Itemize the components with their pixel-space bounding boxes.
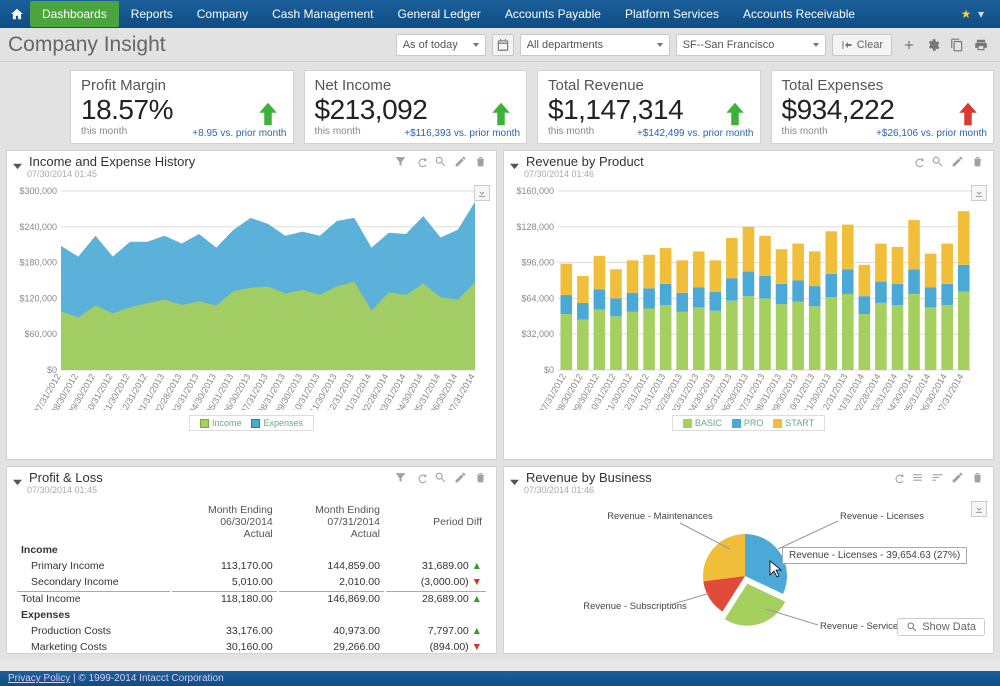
print-icon[interactable] xyxy=(970,34,992,56)
download-icon[interactable] xyxy=(474,185,490,201)
svg-text:$180,000: $180,000 xyxy=(19,258,57,268)
filter-bar: Company Insight As of today All departme… xyxy=(0,28,1000,62)
copy-icon[interactable] xyxy=(946,34,968,56)
svg-text:$64,000: $64,000 xyxy=(521,293,554,303)
svg-text:$0: $0 xyxy=(544,365,554,375)
nav-tab-reports[interactable]: Reports xyxy=(119,1,185,27)
legend-revenue-product: BASIC PRO START xyxy=(672,415,825,431)
star-icon[interactable]: ★ xyxy=(954,7,978,21)
refresh-icon[interactable] xyxy=(414,471,428,485)
pencil-icon[interactable] xyxy=(951,155,965,169)
trash-icon[interactable] xyxy=(474,155,488,169)
svg-text:$60,000: $60,000 xyxy=(24,329,57,339)
arrow-up-icon xyxy=(720,99,750,129)
card-income-expense: Income and Expense History 07/30/2014 01… xyxy=(6,150,497,460)
arrow-up-icon xyxy=(953,99,983,129)
trash-icon[interactable] xyxy=(971,471,985,485)
svg-text:$300,000: $300,000 xyxy=(19,186,57,196)
refresh-icon[interactable] xyxy=(911,155,925,169)
kpi-profit-margin[interactable]: Profit Margin 18.57% this month +8.95 vs… xyxy=(70,70,294,144)
search-icon[interactable] xyxy=(931,155,945,169)
nav-tab-platform-services[interactable]: Platform Services xyxy=(613,1,731,27)
arrow-up-icon xyxy=(253,99,283,129)
kpi-row: Profit Margin 18.57% this month +8.95 vs… xyxy=(0,62,1000,150)
collapse-icon[interactable] xyxy=(13,157,23,167)
card-timestamp: 07/30/2014 01:46 xyxy=(504,169,993,181)
collapse-icon[interactable] xyxy=(510,473,520,483)
card-revenue-business: Revenue by Business 07/30/2014 01:46 Rev… xyxy=(503,466,994,654)
card-title: Revenue by Product xyxy=(526,154,644,169)
svg-text:$128,000: $128,000 xyxy=(516,222,554,232)
show-data-button[interactable]: Show Data xyxy=(897,618,985,636)
svg-text:Revenue - Subscriptions: Revenue - Subscriptions xyxy=(583,601,687,612)
clear-button[interactable]: Clear xyxy=(832,34,892,56)
refresh-icon[interactable] xyxy=(891,471,905,485)
kpi-net-income[interactable]: Net Income $213,092 this month +$116,393… xyxy=(304,70,528,144)
revenue-product-chart: $0$32,000$64,000$96,000$128,000$160,0000… xyxy=(510,185,980,410)
nav-tab-dashboards[interactable]: Dashboards xyxy=(30,1,119,27)
nav-tab-accounts-receivable[interactable]: Accounts Receivable xyxy=(731,1,867,27)
gear-icon[interactable] xyxy=(922,34,944,56)
department-filter[interactable]: All departments xyxy=(520,34,670,56)
arrow-up-icon xyxy=(486,99,516,129)
svg-text:$160,000: $160,000 xyxy=(516,186,554,196)
page-title: Company Insight xyxy=(8,33,166,57)
income-expense-chart: $0$60,000$120,000$180,000$240,000$300,00… xyxy=(13,185,483,410)
nav-caret-icon[interactable]: ▾ xyxy=(978,7,996,21)
collapse-icon[interactable] xyxy=(510,157,520,167)
funnel-icon[interactable] xyxy=(394,155,408,169)
card-revenue-product: Revenue by Product 07/30/2014 01:46 $0 $3… xyxy=(503,150,994,460)
pencil-icon[interactable] xyxy=(454,155,468,169)
pencil-icon[interactable] xyxy=(454,471,468,485)
svg-text:$240,000: $240,000 xyxy=(19,222,57,232)
refresh-icon[interactable] xyxy=(414,155,428,169)
download-icon[interactable] xyxy=(971,501,987,517)
svg-text:$32,000: $32,000 xyxy=(521,329,554,339)
card-profit-loss: Profit & Loss 07/30/2014 01:45 Month End… xyxy=(6,466,497,654)
profit-loss-table: Month Ending06/30/2014ActualMonth Ending… xyxy=(7,497,496,654)
card-title: Revenue by Business xyxy=(526,470,652,485)
copyright: © 1999-2014 Intacct Corporation xyxy=(78,673,223,684)
home-icon[interactable] xyxy=(4,4,30,24)
nav-tab-accounts-payable[interactable]: Accounts Payable xyxy=(493,1,613,27)
legend-income-expense: Income Expenses xyxy=(189,415,314,431)
download-icon[interactable] xyxy=(971,185,987,201)
card-title: Profit & Loss xyxy=(29,470,103,485)
sort-icon[interactable] xyxy=(931,471,945,485)
svg-text:Revenue - Maintenances: Revenue - Maintenances xyxy=(607,511,713,522)
card-timestamp: 07/30/2014 01:45 xyxy=(7,169,496,181)
list-icon[interactable] xyxy=(911,471,925,485)
svg-text:$120,000: $120,000 xyxy=(19,293,57,303)
trash-icon[interactable] xyxy=(474,471,488,485)
kpi-total-revenue[interactable]: Total Revenue $1,147,314 this month +$14… xyxy=(537,70,761,144)
search-icon[interactable] xyxy=(434,471,448,485)
nav-tab-cash-management[interactable]: Cash Management xyxy=(260,1,385,27)
collapse-icon[interactable] xyxy=(13,473,23,483)
nav-tab-company[interactable]: Company xyxy=(185,1,260,27)
trash-icon[interactable] xyxy=(971,155,985,169)
pencil-icon[interactable] xyxy=(951,471,965,485)
calendar-icon[interactable] xyxy=(492,34,514,56)
top-nav: DashboardsReportsCompanyCash ManagementG… xyxy=(0,0,1000,28)
date-filter[interactable]: As of today xyxy=(396,34,486,56)
card-title: Income and Expense History xyxy=(29,154,195,169)
card-timestamp: 07/30/2014 01:46 xyxy=(504,485,993,497)
nav-tab-general-ledger[interactable]: General Ledger xyxy=(386,1,493,27)
svg-text:Revenue - Licenses: Revenue - Licenses xyxy=(840,511,924,522)
card-timestamp: 07/30/2014 01:45 xyxy=(7,485,496,497)
svg-text:Revenue - Services: Revenue - Services xyxy=(820,621,903,632)
kpi-total-expenses[interactable]: Total Expenses $934,222 this month +$26,… xyxy=(771,70,995,144)
svg-text:$96,000: $96,000 xyxy=(521,258,554,268)
footer: Privacy Policy | © 1999-2014 Intacct Cor… xyxy=(0,671,1000,686)
privacy-link[interactable]: Privacy Policy xyxy=(8,673,70,684)
pie-tooltip: Revenue - Licenses - 39,654.63 (27%) xyxy=(782,547,967,564)
search-icon[interactable] xyxy=(434,155,448,169)
add-icon[interactable] xyxy=(898,34,920,56)
funnel-icon[interactable] xyxy=(394,471,408,485)
location-filter[interactable]: SF--San Francisco xyxy=(676,34,826,56)
